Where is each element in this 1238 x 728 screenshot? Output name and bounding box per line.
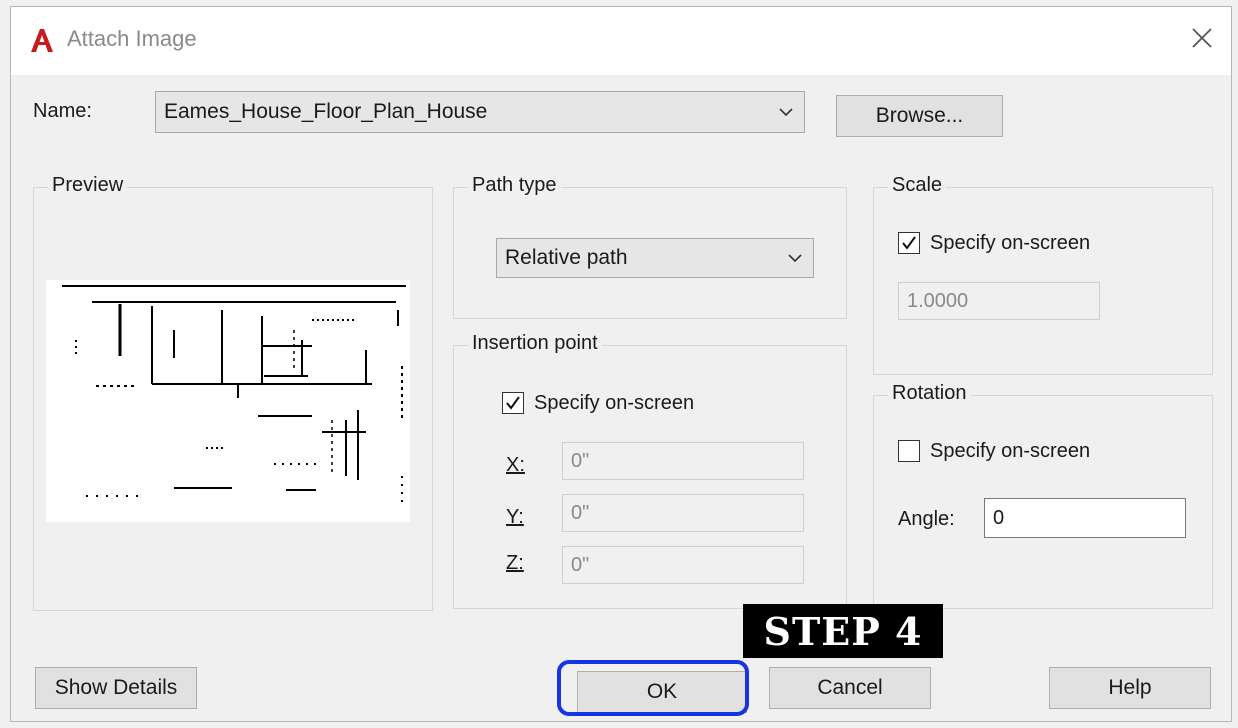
rotation-group: Rotation Specify on-screen Angle: 0 (873, 382, 1213, 609)
name-value: Eames_House_Floor_Plan_House (164, 100, 488, 123)
preview-title: Preview (48, 174, 128, 197)
ok-highlight-ring (557, 660, 749, 716)
name-combo[interactable]: Eames_House_Floor_Plan_House (155, 91, 805, 133)
close-icon[interactable] (1187, 23, 1217, 53)
name-label: Name: (33, 100, 92, 122)
rotation-specify-checkbox[interactable] (898, 440, 920, 462)
chevron-down-icon (779, 108, 793, 117)
chevron-down-icon (788, 254, 802, 263)
show-details-button[interactable]: Show Details (35, 667, 197, 709)
checkmark-icon (902, 236, 916, 250)
floor-plan-drawing (62, 285, 406, 502)
path-type-group: Path type Relative path (453, 174, 847, 319)
angle-field[interactable]: 0 (984, 498, 1186, 538)
insertion-point-title: Insertion point (468, 332, 602, 355)
browse-button[interactable]: Browse... (836, 95, 1003, 137)
x-value: 0" (571, 449, 590, 472)
angle-label: Angle: (898, 508, 955, 530)
title-bar: Attach Image (11, 7, 1231, 75)
insertion-specify-checkbox[interactable] (502, 392, 524, 414)
scale-value: 1.0000 (907, 289, 969, 312)
scale-specify-checkbox[interactable] (898, 232, 920, 254)
window-title: Attach Image (67, 26, 197, 51)
autocad-logo-icon (31, 29, 53, 52)
help-label: Help (1108, 676, 1152, 699)
scale-specify-label: Specify on-screen (930, 232, 1091, 254)
insertion-point-group: Insertion point Specify on-screen X: 0" … (453, 332, 847, 609)
x-field[interactable]: 0" (562, 442, 804, 480)
step-annotation-label: STEP 4 (743, 604, 943, 658)
y-value: 0" (571, 501, 590, 524)
floor-plan-preview-image (46, 280, 410, 522)
scale-group: Scale Specify on-screen 1.0000 (873, 174, 1213, 375)
y-label: Y: (506, 506, 524, 528)
path-type-value: Relative path (505, 246, 628, 269)
angle-value: 0 (993, 506, 1005, 529)
scale-title: Scale (888, 174, 947, 197)
y-field[interactable]: 0" (562, 494, 804, 532)
browse-label: Browse... (875, 104, 964, 127)
show-details-label: Show Details (54, 676, 178, 699)
cancel-button[interactable]: Cancel (769, 667, 931, 709)
path-type-title: Path type (468, 174, 561, 197)
cancel-label: Cancel (817, 676, 883, 699)
z-label: Z: (506, 552, 524, 574)
scale-field[interactable]: 1.0000 (898, 282, 1100, 320)
z-value: 0" (571, 553, 590, 576)
help-button[interactable]: Help (1049, 667, 1211, 709)
z-field[interactable]: 0" (562, 546, 804, 584)
path-type-combo[interactable]: Relative path (496, 238, 814, 278)
preview-group: Preview (33, 174, 433, 611)
rotation-specify-label: Specify on-screen (930, 440, 1091, 462)
attach-image-dialog: Attach Image Name: Eames_House_Floor_Pla… (10, 6, 1232, 722)
rotation-title: Rotation (888, 382, 971, 405)
insertion-specify-label: Specify on-screen (534, 392, 695, 414)
x-label: X: (506, 454, 525, 476)
checkmark-icon (506, 396, 520, 410)
